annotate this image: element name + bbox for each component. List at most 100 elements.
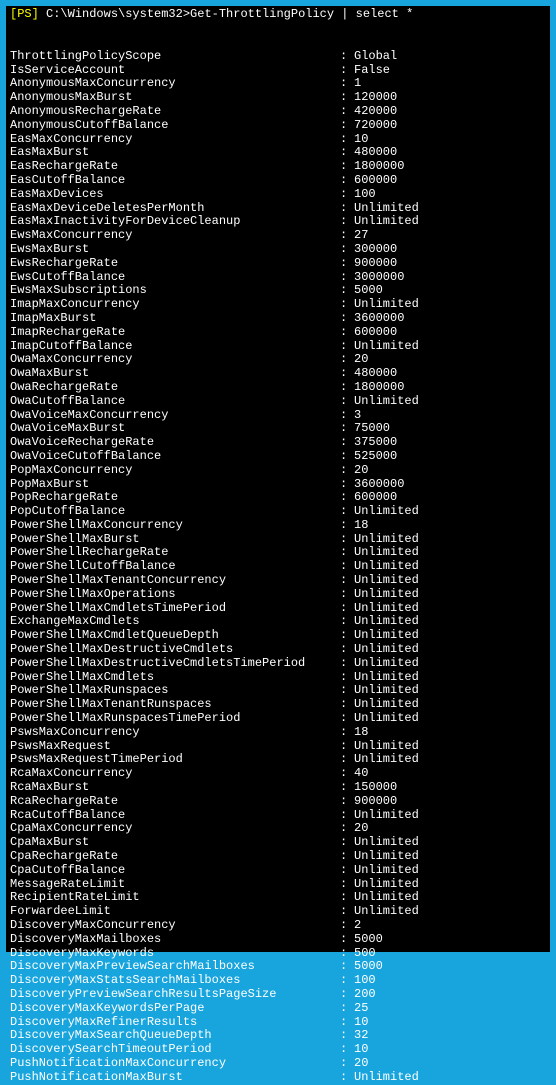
- property-name: DiscoveryMaxStatsSearchMailboxes: [10, 974, 340, 988]
- property-value: Unlimited: [354, 505, 419, 519]
- property-row: CpaRechargeRate: Unlimited: [10, 850, 546, 864]
- property-value: 900000: [354, 795, 397, 809]
- property-row: EasMaxDeviceDeletesPerMonth: Unlimited: [10, 202, 546, 216]
- property-row: PowerShellMaxTenantConcurrency: Unlimite…: [10, 574, 546, 588]
- property-row: PowerShellMaxDestructiveCmdletsTimePerio…: [10, 657, 546, 671]
- property-name: OwaMaxConcurrency: [10, 353, 340, 367]
- separator: :: [340, 822, 354, 836]
- separator: :: [340, 298, 354, 312]
- property-row: PowerShellMaxBurst: Unlimited: [10, 533, 546, 547]
- separator: :: [340, 450, 354, 464]
- property-name: CpaRechargeRate: [10, 850, 340, 864]
- property-row: ThrottlingPolicyScope: Global: [10, 50, 546, 64]
- property-list: ThrottlingPolicyScope: GlobalIsServiceAc…: [10, 50, 546, 1085]
- property-row: PswsMaxRequest: Unlimited: [10, 740, 546, 754]
- property-row: RcaCutoffBalance: Unlimited: [10, 809, 546, 823]
- property-name: EasCutoffBalance: [10, 174, 340, 188]
- property-name: EwsCutoffBalance: [10, 271, 340, 285]
- property-value: 420000: [354, 105, 397, 119]
- property-row: EasMaxDevices: 100: [10, 188, 546, 202]
- property-row: PswsMaxConcurrency: 18: [10, 726, 546, 740]
- property-value: 10: [354, 133, 368, 147]
- property-name: PushNotificationMaxConcurrency: [10, 1057, 340, 1071]
- separator: :: [340, 312, 354, 326]
- separator: :: [340, 367, 354, 381]
- property-value: 27: [354, 229, 368, 243]
- property-value: Unlimited: [354, 395, 419, 409]
- property-name: AnonymousMaxConcurrency: [10, 77, 340, 91]
- property-row: PushNotificationMaxConcurrency: 20: [10, 1057, 546, 1071]
- separator: :: [340, 381, 354, 395]
- separator: :: [340, 560, 354, 574]
- property-value: Unlimited: [354, 891, 419, 905]
- separator: :: [340, 1029, 354, 1043]
- property-row: DiscoveryPreviewSearchResultsPageSize: 2…: [10, 988, 546, 1002]
- property-name: PowerShellMaxOperations: [10, 588, 340, 602]
- separator: :: [340, 947, 354, 961]
- property-row: DiscoveryMaxMailboxes: 5000: [10, 933, 546, 947]
- separator: :: [340, 491, 354, 505]
- separator: :: [340, 726, 354, 740]
- property-row: EasCutoffBalance: 600000: [10, 174, 546, 188]
- property-value: Unlimited: [354, 753, 419, 767]
- property-name: ImapMaxBurst: [10, 312, 340, 326]
- property-row: PowerShellMaxTenantRunspaces: Unlimited: [10, 698, 546, 712]
- property-value: 3000000: [354, 271, 404, 285]
- property-row: ImapRechargeRate: 600000: [10, 326, 546, 340]
- separator: :: [340, 740, 354, 754]
- property-name: DiscoveryPreviewSearchResultsPageSize: [10, 988, 340, 1002]
- separator: :: [340, 933, 354, 947]
- separator: :: [340, 77, 354, 91]
- property-value: Unlimited: [354, 629, 419, 643]
- property-value: 1: [354, 77, 361, 91]
- property-name: PowerShellMaxConcurrency: [10, 519, 340, 533]
- property-row: DiscoveryMaxStatsSearchMailboxes: 100: [10, 974, 546, 988]
- property-name: CpaMaxConcurrency: [10, 822, 340, 836]
- separator: :: [340, 422, 354, 436]
- property-row: PowerShellMaxRunspacesTimePeriod: Unlimi…: [10, 712, 546, 726]
- property-value: 375000: [354, 436, 397, 450]
- property-row: EwsRechargeRate: 900000: [10, 257, 546, 271]
- property-name: DiscoveryMaxKeywordsPerPage: [10, 1002, 340, 1016]
- separator: :: [340, 340, 354, 354]
- separator: :: [340, 326, 354, 340]
- property-value: 500: [354, 947, 376, 961]
- separator: :: [340, 257, 354, 271]
- separator: :: [340, 643, 354, 657]
- separator: :: [340, 795, 354, 809]
- property-row: EasMaxBurst: 480000: [10, 146, 546, 160]
- property-value: 75000: [354, 422, 390, 436]
- property-value: 40: [354, 767, 368, 781]
- separator: :: [340, 229, 354, 243]
- separator: :: [340, 478, 354, 492]
- property-value: Unlimited: [354, 1071, 419, 1085]
- property-name: PowerShellRechargeRate: [10, 546, 340, 560]
- property-value: 600000: [354, 326, 397, 340]
- property-value: Unlimited: [354, 560, 419, 574]
- separator: :: [340, 464, 354, 478]
- property-value: Unlimited: [354, 602, 419, 616]
- property-value: Unlimited: [354, 740, 419, 754]
- property-row: RcaMaxBurst: 150000: [10, 781, 546, 795]
- property-row: DiscoveryMaxConcurrency: 2: [10, 919, 546, 933]
- property-row: ImapMaxBurst: 3600000: [10, 312, 546, 326]
- separator: :: [340, 1002, 354, 1016]
- separator: :: [340, 684, 354, 698]
- property-value: Unlimited: [354, 615, 419, 629]
- ps-tag: [PS]: [10, 7, 39, 21]
- property-row: AnonymousMaxBurst: 120000: [10, 91, 546, 105]
- property-name: EasMaxConcurrency: [10, 133, 340, 147]
- property-name: PopRechargeRate: [10, 491, 340, 505]
- property-name: ImapCutoffBalance: [10, 340, 340, 354]
- property-name: OwaRechargeRate: [10, 381, 340, 395]
- property-value: Unlimited: [354, 671, 419, 685]
- separator: :: [340, 519, 354, 533]
- separator: :: [340, 629, 354, 643]
- property-value: Unlimited: [354, 905, 419, 919]
- property-value: 5000: [354, 933, 383, 947]
- property-row: EwsCutoffBalance: 3000000: [10, 271, 546, 285]
- property-value: Unlimited: [354, 809, 419, 823]
- property-row: OwaMaxConcurrency: 20: [10, 353, 546, 367]
- property-row: PswsMaxRequestTimePeriod: Unlimited: [10, 753, 546, 767]
- property-row: PopMaxConcurrency: 20: [10, 464, 546, 478]
